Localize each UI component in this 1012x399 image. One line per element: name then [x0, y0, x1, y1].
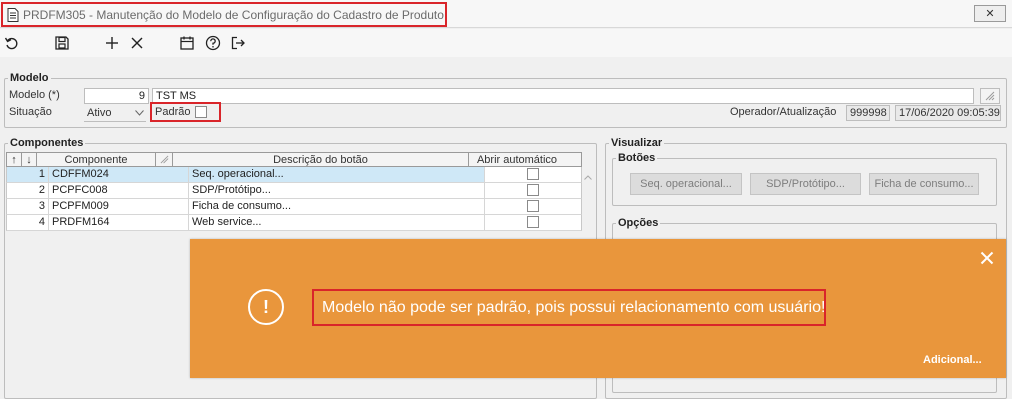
- row-componente: CDFFM024: [49, 167, 189, 182]
- modelo-legend: Modelo: [8, 72, 51, 84]
- title-bar: PRDFM305 - Manutenção do Modelo de Confi…: [0, 0, 1012, 28]
- row-componente: PCPFC008: [49, 183, 189, 198]
- seq-operacional-button[interactable]: Seq. operacional...: [630, 173, 742, 195]
- row-abrir-automatico: [485, 167, 581, 182]
- info-icon-symbol: !: [263, 296, 269, 317]
- toast-message: Modelo não pode ser padrão, pois possui …: [322, 298, 826, 316]
- toast-message-highlight: Modelo não pode ser padrão, pois possui …: [312, 289, 826, 326]
- row-seq: 4: [7, 215, 49, 230]
- lookup-icon[interactable]: [980, 88, 1000, 104]
- opcoes-legend: Opções: [616, 217, 661, 229]
- calendar-icon[interactable]: [177, 33, 197, 53]
- table-row[interactable]: 2 PCPFC008 SDP/Protótipo...: [6, 183, 582, 199]
- grid-header: ↑ ↓ Componente Descrição do botão Abrir …: [6, 152, 582, 167]
- abrir-automatico-checkbox[interactable]: [527, 216, 539, 228]
- save-icon[interactable]: [52, 33, 72, 53]
- row-abrir-automatico: [485, 183, 581, 198]
- atualizacao-field: 17/06/2020 09:05:39: [895, 105, 1001, 121]
- visualizar-legend: Visualizar: [609, 137, 665, 149]
- table-row[interactable]: 3 PCPFM009 Ficha de consumo...: [6, 199, 582, 215]
- operador-label: Operador/Atualização: [730, 106, 837, 118]
- column-header-lookup[interactable]: [156, 153, 173, 166]
- column-header-descricao[interactable]: Descrição do botão: [173, 153, 469, 166]
- abrir-automatico-checkbox[interactable]: [527, 184, 539, 196]
- situacao-select[interactable]: Ativo: [84, 105, 146, 122]
- situacao-label: Situação: [9, 106, 52, 118]
- padrao-label: Padrão: [155, 106, 191, 118]
- delete-icon[interactable]: [127, 33, 147, 53]
- toast-close-icon[interactable]: [976, 247, 998, 269]
- sort-up-icon[interactable]: ↑: [7, 153, 22, 166]
- toolbar: [0, 29, 1012, 57]
- row-componente: PCPFM009: [49, 199, 189, 214]
- modelo-code-input[interactable]: 9: [84, 88, 149, 104]
- componentes-legend: Componentes: [8, 137, 86, 149]
- column-header-abrir-automatico[interactable]: Abrir automático: [469, 153, 565, 166]
- row-seq: 3: [7, 199, 49, 214]
- padrao-checkbox[interactable]: [195, 106, 208, 118]
- chevron-down-icon: [135, 110, 144, 116]
- table-row[interactable]: 4 PRDFM164 Web service...: [6, 215, 582, 231]
- undo-icon[interactable]: [2, 33, 22, 53]
- window-title-highlight: PRDFM305 - Manutenção do Modelo de Confi…: [1, 2, 447, 27]
- table-row[interactable]: 1 CDFFM024 Seq. operacional...: [6, 167, 582, 183]
- ficha-consumo-button[interactable]: Ficha de consumo...: [869, 173, 979, 195]
- situacao-value: Ativo: [87, 107, 112, 119]
- modelo-description-input[interactable]: TST MS: [152, 88, 974, 104]
- adicional-link[interactable]: Adicional...: [923, 354, 982, 366]
- window-title: PRDFM305 - Manutenção do Modelo de Confi…: [23, 7, 444, 22]
- document-icon: [7, 7, 19, 22]
- row-descricao: Seq. operacional...: [189, 167, 485, 182]
- error-toast: ! Modelo não pode ser padrão, pois possu…: [190, 239, 1006, 378]
- row-seq: 2: [7, 183, 49, 198]
- botoes-legend: Botões: [616, 152, 658, 164]
- row-componente: PRDFM164: [49, 215, 189, 230]
- operador-field: 999998: [846, 105, 890, 121]
- row-descricao: Ficha de consumo...: [189, 199, 485, 214]
- info-icon: !: [248, 289, 284, 325]
- componentes-grid: ↑ ↓ Componente Descrição do botão Abrir …: [6, 152, 582, 231]
- add-icon[interactable]: [102, 33, 122, 53]
- scroll-up-icon[interactable]: [582, 170, 594, 184]
- row-descricao: Web service...: [189, 215, 485, 230]
- sdp-prototipo-button[interactable]: SDP/Protótipo...: [750, 173, 861, 195]
- lookup-icon: [160, 155, 168, 164]
- row-abrir-automatico: [485, 215, 581, 230]
- row-seq: 1: [7, 167, 49, 182]
- column-header-componente[interactable]: Componente: [37, 153, 156, 166]
- modelo-label: Modelo (*): [9, 89, 60, 101]
- abrir-automatico-checkbox[interactable]: [527, 200, 539, 212]
- help-icon[interactable]: [203, 33, 223, 53]
- padrao-checkbox-highlight: Padrão: [150, 102, 221, 122]
- abrir-automatico-checkbox[interactable]: [527, 168, 539, 180]
- window-close-button[interactable]: ✕: [974, 5, 1006, 22]
- exit-icon[interactable]: [228, 33, 248, 53]
- row-descricao: SDP/Protótipo...: [189, 183, 485, 198]
- row-abrir-automatico: [485, 199, 581, 214]
- sort-down-icon[interactable]: ↓: [22, 153, 37, 166]
